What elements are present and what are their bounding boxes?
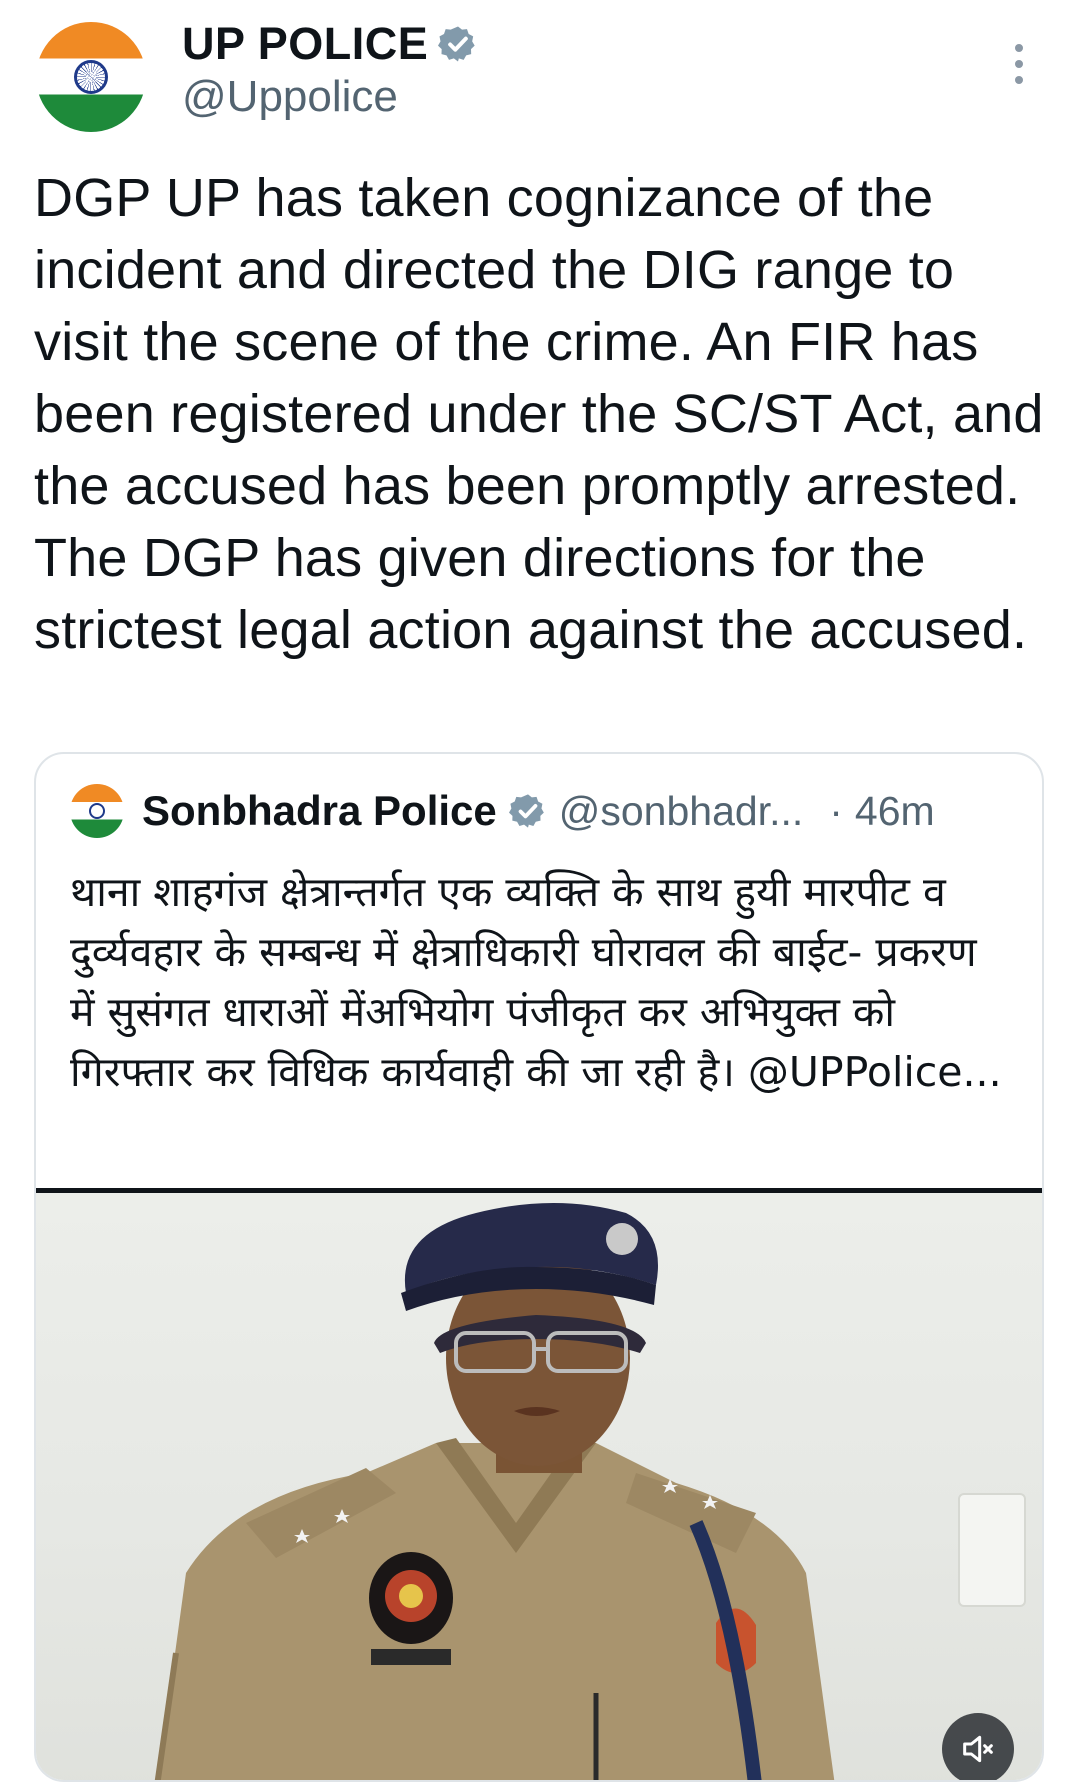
quoted-author-avatar[interactable] bbox=[70, 784, 124, 838]
author-handle[interactable]: @Uppolice bbox=[182, 72, 478, 122]
verified-badge-icon bbox=[508, 794, 544, 828]
quoted-tweet-header: Sonbhadra Police @sonbhadr... · 46m bbox=[70, 784, 935, 838]
author-name[interactable]: UP POLICE bbox=[182, 18, 428, 70]
quoted-tweet-card[interactable]: Sonbhadra Police @sonbhadr... · 46m थाना… bbox=[34, 752, 1044, 1782]
quoted-tweet-text: थाना शाहगंज क्षेत्रान्तर्गत एक व्यक्ति क… bbox=[70, 868, 1002, 1096]
separator-dot: · bbox=[829, 787, 843, 834]
ashoka-chakra-icon bbox=[74, 60, 108, 94]
quoted-author-name[interactable]: Sonbhadra Police bbox=[142, 787, 497, 835]
quoted-timestamp[interactable]: 46m bbox=[855, 788, 935, 835]
quoted-video[interactable] bbox=[36, 1188, 1042, 1780]
volume-muted-icon[interactable] bbox=[942, 1713, 1014, 1780]
quoted-author-handle[interactable]: @sonbhadr... bbox=[559, 788, 804, 835]
verified-badge-icon bbox=[438, 26, 475, 62]
ashoka-chakra-icon bbox=[89, 803, 105, 819]
tweet-text: DGP UP has taken cognizance of the incid… bbox=[34, 168, 1044, 660]
author-block: UP POLICE @Uppolice bbox=[182, 18, 478, 122]
more-vertical-icon[interactable] bbox=[1010, 44, 1028, 84]
author-avatar[interactable] bbox=[36, 22, 146, 132]
officer-video-frame bbox=[154, 1203, 835, 1780]
